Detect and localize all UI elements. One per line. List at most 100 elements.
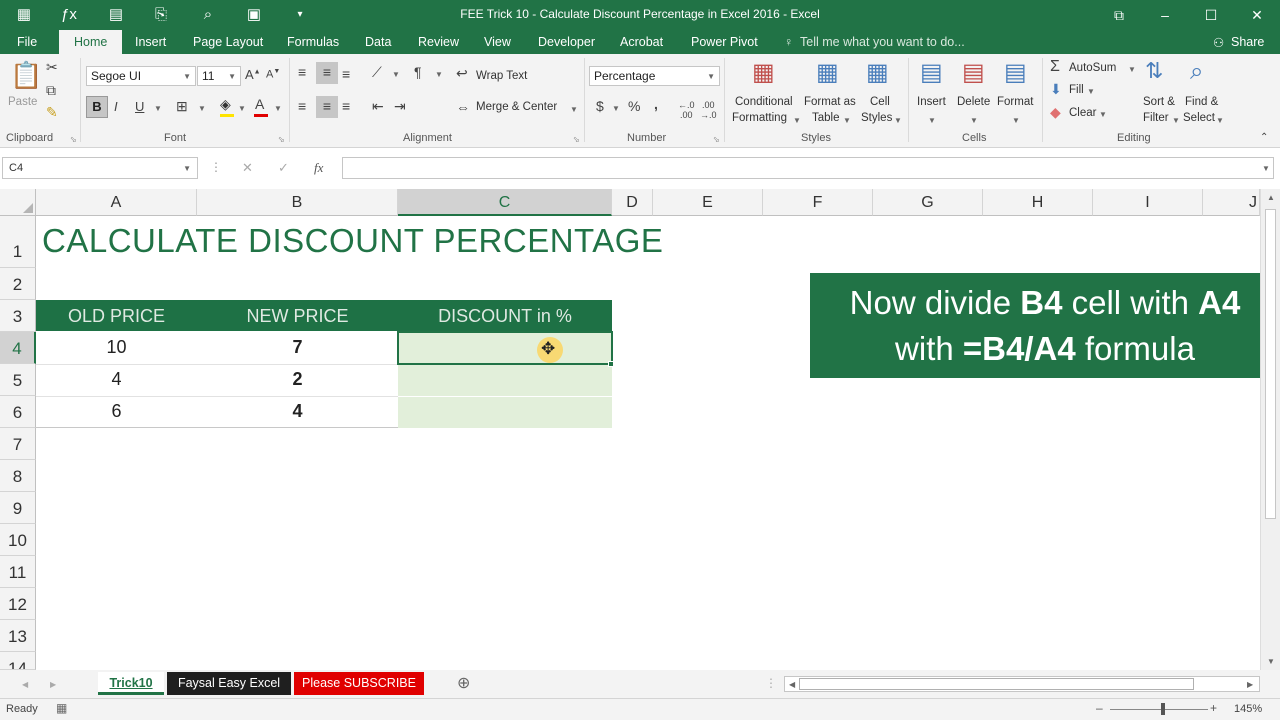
more-options-icon[interactable]: ⋮ — [210, 160, 222, 174]
alignment-launcher-icon[interactable]: ⬂ — [573, 135, 580, 144]
italic-button[interactable]: I — [114, 99, 118, 114]
cell-styles-label-2[interactable]: Styles — [861, 112, 892, 124]
row-header-3[interactable]: 3 — [0, 300, 36, 332]
column-header-j[interactable]: J — [1203, 189, 1260, 216]
row-header-6[interactable]: 6 — [0, 396, 36, 428]
expand-formula-icon[interactable]: ▼ — [1262, 164, 1270, 173]
percent-button[interactable]: % — [628, 98, 640, 114]
row-header-9[interactable]: 9 — [0, 492, 36, 524]
row-header-13[interactable]: 13 — [0, 620, 36, 652]
insert-cells-icon[interactable]: ▤ — [920, 58, 943, 87]
row-header-7[interactable]: 7 — [0, 428, 36, 460]
sheet-tab-subscribe[interactable]: Please SUBSCRIBE — [294, 672, 424, 695]
delete-cells-button[interactable]: Delete — [957, 96, 990, 108]
comma-style-button[interactable]: , — [654, 96, 658, 112]
merge-center-button[interactable]: Merge & Center — [476, 101, 557, 113]
add-sheet-icon[interactable]: ⊕ — [457, 673, 470, 693]
increase-indent-icon[interactable]: ⇥ — [394, 98, 406, 115]
fill-icon[interactable]: ⬇ — [1050, 81, 1062, 98]
select-all-button[interactable] — [0, 189, 36, 216]
row-header-10[interactable]: 10 — [0, 524, 36, 556]
tab-file[interactable]: File — [17, 35, 37, 49]
increase-font-icon[interactable]: A▲ — [245, 67, 261, 82]
align-right-icon[interactable]: ≡ — [342, 98, 350, 114]
chevron-down-icon[interactable]: ▼ — [1128, 65, 1136, 74]
cell-b4[interactable]: 7 — [197, 337, 398, 358]
cell-b5[interactable]: 2 — [197, 369, 398, 390]
chevron-down-icon[interactable]: ▼ — [435, 70, 443, 79]
conditional-formatting-label-2[interactable]: Formatting — [732, 112, 787, 124]
zoom-level[interactable]: 145% — [1234, 703, 1262, 715]
fill-color-icon[interactable]: ◈ — [220, 96, 231, 113]
cell-a4[interactable]: 10 — [36, 337, 197, 358]
borders-icon[interactable]: ⊞ — [176, 98, 188, 115]
format-cells-button[interactable]: Format — [997, 96, 1033, 108]
cell-styles-label-1[interactable]: Cell — [870, 96, 890, 108]
chevron-down-icon[interactable]: ▼ — [928, 116, 936, 125]
column-header-f[interactable]: F — [763, 189, 873, 216]
clipboard-launcher-icon[interactable]: ⬂ — [70, 135, 77, 144]
wrap-text-icon[interactable]: ↩ — [456, 65, 468, 82]
cell-a5[interactable]: 4 — [36, 369, 197, 390]
align-top-icon[interactable]: ≡ — [298, 64, 306, 80]
decrease-font-icon[interactable]: A▼ — [266, 68, 280, 81]
cell-styles-icon[interactable]: ▦ — [866, 58, 889, 87]
column-header-i[interactable]: I — [1093, 189, 1203, 216]
chevron-down-icon[interactable]: ▼ — [1099, 110, 1107, 119]
autosum-button[interactable]: AutoSum — [1069, 62, 1116, 74]
fill-handle[interactable] — [608, 361, 614, 367]
zoom-out-icon[interactable]: – — [1096, 701, 1103, 715]
chevron-down-icon[interactable]: ▼ — [392, 70, 400, 79]
tab-formulas[interactable]: Formulas — [287, 35, 339, 49]
align-middle-button[interactable]: ≡ — [316, 62, 338, 84]
row-header-8[interactable]: 8 — [0, 460, 36, 492]
number-launcher-icon[interactable]: ⬂ — [713, 135, 720, 144]
find-select-label-2[interactable]: Select — [1183, 112, 1215, 124]
row-header-4[interactable]: 4 — [0, 332, 36, 364]
paragraph-direction-icon[interactable]: ¶ — [414, 64, 422, 80]
conditional-formatting-label-1[interactable]: Conditional — [735, 96, 793, 108]
zoom-slider-thumb[interactable] — [1161, 703, 1165, 715]
chevron-down-icon[interactable]: ▼ — [274, 104, 282, 113]
sort-filter-label-2[interactable]: Filter — [1143, 112, 1169, 124]
format-as-table-icon[interactable]: ▦ — [816, 58, 839, 87]
find-select-label-1[interactable]: Find & — [1185, 96, 1218, 108]
column-header-h[interactable]: H — [983, 189, 1093, 216]
formula-input[interactable] — [342, 157, 1274, 179]
name-box[interactable]: C4 ▼ — [2, 157, 198, 179]
sheet-tab-faysal[interactable]: Faysal Easy Excel — [167, 672, 291, 695]
header-new-price[interactable]: NEW PRICE — [197, 306, 398, 327]
bold-button[interactable]: B — [86, 96, 108, 118]
align-center-button[interactable]: ≡ — [316, 96, 338, 118]
tab-split-icon[interactable]: ⋮ — [765, 676, 777, 690]
conditional-formatting-icon[interactable]: ▦ — [752, 58, 775, 87]
orientation-icon[interactable]: ⟋ — [372, 64, 382, 81]
insert-cells-button[interactable]: Insert — [917, 96, 946, 108]
horizontal-scroll-thumb[interactable] — [799, 678, 1194, 690]
scroll-down-icon[interactable]: ▼ — [1267, 657, 1275, 666]
tell-me-input[interactable]: Tell me what you want to do... — [800, 35, 965, 49]
sort-filter-icon[interactable]: ⇅ — [1145, 58, 1163, 84]
tab-home[interactable]: Home — [59, 30, 123, 54]
number-format-select[interactable]: Percentage ▼ — [589, 66, 720, 86]
vertical-scrollbar[interactable]: ▲ ▼ — [1260, 189, 1280, 670]
scroll-right-icon[interactable]: ▶ — [1247, 680, 1253, 689]
row-header-1[interactable]: 1 — [0, 216, 36, 268]
font-launcher-icon[interactable]: ⬂ — [278, 135, 285, 144]
paste-icon[interactable]: 📋 — [10, 60, 42, 91]
align-left-icon[interactable]: ≡ — [298, 98, 306, 114]
cell-a6[interactable]: 6 — [36, 401, 197, 422]
wrap-text-button[interactable]: Wrap Text — [476, 70, 527, 82]
sort-filter-label-1[interactable]: Sort & — [1143, 96, 1175, 108]
header-old-price[interactable]: OLD PRICE — [36, 306, 197, 327]
decrease-decimal-icon[interactable]: .00 →.0 — [700, 100, 717, 120]
horizontal-scrollbar[interactable]: ◀ ▶ — [784, 676, 1260, 692]
next-sheet-icon[interactable]: ▶ — [50, 680, 56, 689]
format-as-table-label-1[interactable]: Format as — [804, 96, 856, 108]
column-header-d[interactable]: D — [612, 189, 653, 216]
macro-record-icon[interactable]: ▦ — [56, 701, 67, 715]
tab-acrobat[interactable]: Acrobat — [620, 35, 663, 49]
chevron-down-icon[interactable]: ▼ — [894, 116, 902, 125]
underline-button[interactable]: U — [135, 99, 144, 114]
zoom-slider[interactable] — [1110, 709, 1208, 710]
